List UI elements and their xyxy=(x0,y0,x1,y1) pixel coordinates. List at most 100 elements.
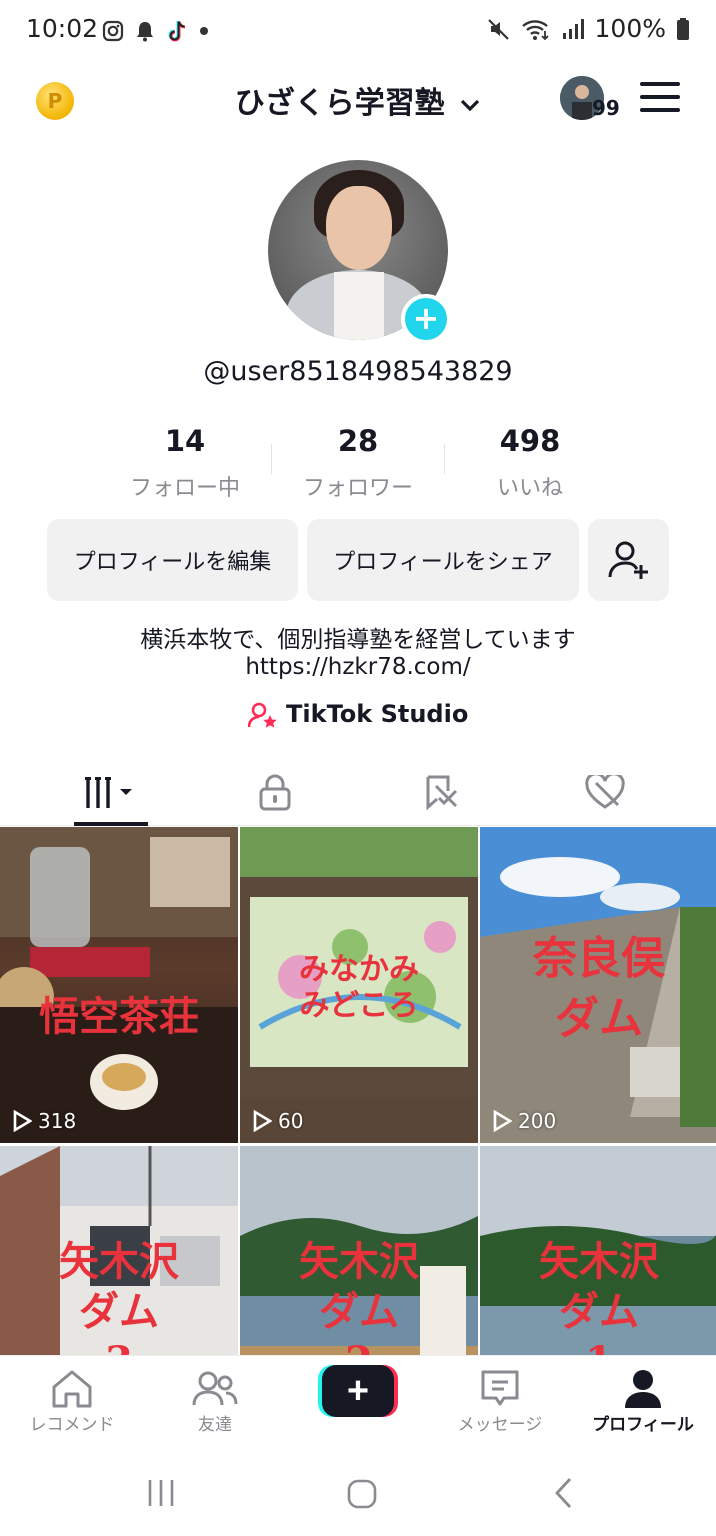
video-overlay-text: 矢木沢 xyxy=(59,1238,179,1285)
likes-label: いいね xyxy=(496,476,563,501)
tiktok-icon xyxy=(168,21,186,42)
video-overlay-text: 奈良俣 xyxy=(533,933,665,984)
stat-divider xyxy=(271,444,272,474)
bio-link[interactable]: https://hzkr78.com/ xyxy=(0,654,716,680)
nav-inbox-label: メッセージ xyxy=(457,1415,543,1435)
status-time: 10:02 xyxy=(26,14,99,43)
nav-profile[interactable]: プロフィール xyxy=(583,1368,703,1435)
video-overlay-text: 1 xyxy=(480,1342,716,1356)
profile-icon xyxy=(625,1370,661,1408)
following-label: フォロー中 xyxy=(129,476,240,501)
recent-apps-icon[interactable] xyxy=(146,1478,176,1508)
video-overlay-text: ダム xyxy=(555,993,643,1044)
bio-text: 横浜本牧で、個別指導塾を経営しています xyxy=(140,627,576,653)
status-bar: 10:02 100% xyxy=(0,0,716,62)
video-overlay-text: 2 xyxy=(240,1342,478,1356)
studio-label: TikTok Studio xyxy=(286,700,469,728)
followers-stat[interactable]: 28 フォロワー xyxy=(278,424,438,502)
share-profile-button[interactable]: プロフィールをシェア xyxy=(307,519,579,601)
nav-friends[interactable]: 友達 xyxy=(155,1368,275,1435)
reposts-icon xyxy=(426,775,458,811)
likes-stat[interactable]: 498 いいね xyxy=(450,424,610,502)
view-count: 60 xyxy=(252,1109,303,1133)
back-icon[interactable] xyxy=(552,1476,576,1510)
menu-icon[interactable] xyxy=(640,82,680,114)
view-count-value: 200 xyxy=(518,1109,557,1133)
bell-icon xyxy=(137,22,153,42)
video-overlay-text: ダム xyxy=(79,1288,159,1335)
system-nav-bar xyxy=(0,1445,716,1536)
view-count: 318 xyxy=(12,1109,76,1133)
likes-count: 498 xyxy=(499,424,561,458)
following-count: 14 xyxy=(164,424,206,458)
view-count-value: 60 xyxy=(278,1109,304,1133)
friends-icon xyxy=(192,1371,238,1406)
nav-profile-label: プロフィール xyxy=(592,1415,694,1435)
video-overlay-text: 悟空茶荘 xyxy=(39,993,199,1040)
video-overlay-text: みなかみ xyxy=(299,952,419,987)
signal-icon xyxy=(562,18,584,39)
active-tab-indicator xyxy=(74,822,148,826)
add-story-button[interactable]: + xyxy=(401,294,451,344)
tab-private[interactable] xyxy=(235,768,315,818)
dot-icon xyxy=(200,27,208,35)
nav-inbox[interactable]: メッセージ xyxy=(440,1368,560,1435)
nav-home-label: レコメンド xyxy=(29,1415,115,1435)
nav-home[interactable]: レコメンド xyxy=(12,1368,132,1435)
video-overlay-text: ダム xyxy=(319,1288,399,1335)
tiktok-studio-link[interactable]: TikTok Studio xyxy=(0,700,716,728)
videos-grid-icon xyxy=(85,777,132,808)
nav-friends-label: 友達 xyxy=(198,1415,232,1435)
play-icon xyxy=(253,1110,272,1132)
thumbnail-image xyxy=(480,827,716,1143)
add-friend-button[interactable] xyxy=(588,519,669,601)
thumbnail-image xyxy=(0,827,238,1143)
video-grid: 悟空茶荘 318 みなかみ みどころ 60 奈良俣 ダム 200 矢木沢 ダム … xyxy=(0,827,716,1355)
video-overlay-text: みどころ xyxy=(299,988,419,1023)
tiktok-profile-screen: 10:02 100% P ひざくら学習塾 99 + @user851849854… xyxy=(0,0,716,1536)
wifi-icon xyxy=(521,19,549,40)
status-right: 100% xyxy=(487,14,690,43)
video-overlay-text: 矢木沢 xyxy=(299,1238,419,1285)
profile-tabs xyxy=(0,760,716,826)
followers-label: フォロワー xyxy=(302,476,413,501)
battery-percent: 100% xyxy=(594,14,666,43)
username: @user8518498543829 xyxy=(203,356,513,387)
video-thumbnail[interactable]: 悟空茶荘 318 xyxy=(0,827,238,1143)
video-overlay-text: ダム xyxy=(559,1288,639,1335)
message-icon xyxy=(481,1370,519,1406)
view-count-value: 318 xyxy=(38,1109,77,1133)
view-count: 200 xyxy=(492,1109,556,1133)
lock-icon xyxy=(259,774,291,811)
mute-icon xyxy=(487,18,509,40)
liked-icon xyxy=(585,775,625,809)
account-name: ひざくら学習塾 xyxy=(234,86,445,121)
add-user-icon xyxy=(608,541,648,579)
tab-videos[interactable] xyxy=(70,768,150,818)
instagram-icon xyxy=(102,20,124,42)
video-overlay-text: 3 xyxy=(0,1342,238,1356)
tab-liked[interactable] xyxy=(565,768,645,818)
video-thumbnail[interactable]: 矢木沢 ダム 2 xyxy=(240,1146,478,1355)
video-overlay-text: 矢木沢 xyxy=(539,1238,659,1285)
stat-divider xyxy=(444,444,445,474)
video-thumbnail[interactable]: みなかみ みどころ 60 xyxy=(240,827,478,1143)
followers-count: 28 xyxy=(337,424,379,458)
battery-icon xyxy=(677,17,689,40)
home-icon xyxy=(52,1370,92,1408)
studio-icon xyxy=(247,702,277,728)
following-stat[interactable]: 14 フォロー中 xyxy=(105,424,265,502)
notification-count: 99 xyxy=(592,96,620,120)
video-thumbnail[interactable]: 奈良俣 ダム 200 xyxy=(480,827,716,1143)
video-thumbnail[interactable]: 矢木沢 ダム 3 xyxy=(0,1146,238,1355)
create-button[interactable]: + xyxy=(318,1365,398,1417)
video-thumbnail[interactable]: 矢木沢 ダム 1 xyxy=(480,1146,716,1355)
play-icon xyxy=(493,1110,512,1132)
play-icon xyxy=(13,1110,32,1132)
tab-reposts[interactable] xyxy=(402,768,482,818)
create-plus: + xyxy=(347,1370,369,1412)
home-button-icon[interactable] xyxy=(346,1478,378,1510)
status-notification-icons xyxy=(102,18,210,44)
edit-profile-button[interactable]: プロフィールを編集 xyxy=(47,519,298,601)
chevron-down-icon xyxy=(461,99,480,111)
